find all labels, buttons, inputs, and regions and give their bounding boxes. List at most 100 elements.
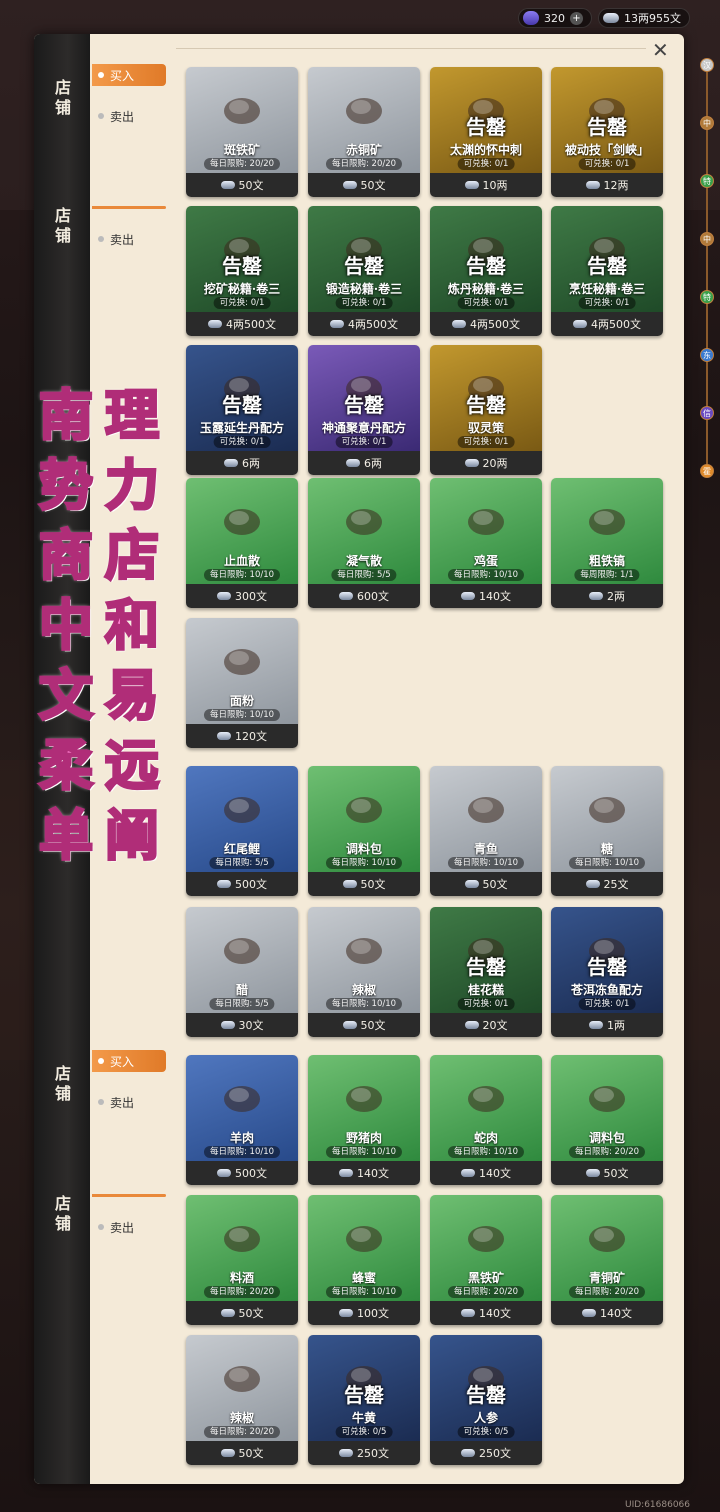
shop-tab[interactable]: 店铺: [46, 1194, 80, 1234]
shop-item-card[interactable]: 野猪肉 每日限购: 10/10 140文: [308, 1055, 420, 1185]
timeline-node[interactable]: 汉: [700, 58, 714, 72]
silver-icon: [339, 592, 353, 600]
shop-item-card[interactable]: 告罄 挖矿秘籍·卷三 可兑换: 0/1 4两500文: [186, 206, 298, 336]
shop-item-card[interactable]: 告罄 神通聚意丹配方 可兑换: 0/1 6两: [308, 345, 420, 475]
sold-out-badge: 告罄: [587, 115, 627, 139]
gem-icon: [523, 11, 539, 25]
silver-icon: [220, 181, 235, 189]
shop-item-card[interactable]: 凝气散 每日限购: 5/5 600文: [308, 478, 420, 608]
silver-icon: [461, 592, 475, 600]
shop-item-card[interactable]: 告罄 太渊的怀中刺 可兑换: 0/1 10两: [430, 67, 542, 197]
price-value: 50文: [360, 179, 386, 192]
purchase-limit: 每日限购: 10/10: [203, 709, 281, 721]
shop-item-card[interactable]: 告罄 人参 可兑换: 0/5 250文: [430, 1335, 542, 1465]
shop-item-card[interactable]: 调料包 每日限购: 20/20 50文: [551, 1055, 663, 1185]
shop-item-card[interactable]: 调料包 每日限购: 10/10 50文: [308, 766, 420, 896]
shop-item-card[interactable]: 青铜矿 每日限购: 20/20 140文: [551, 1195, 663, 1325]
shop-item-card[interactable]: 醋每日限购: 5/5 30文: [186, 907, 298, 1037]
overlay-character: 远: [104, 733, 161, 799]
shop-item-card[interactable]: 告罄 驭灵策 可兑换: 0/1 20两: [430, 345, 542, 475]
shop-item-card[interactable]: 止血散 每日限购: 10/10 300文: [186, 478, 298, 608]
price-value: 140文: [479, 1167, 511, 1180]
timeline-node[interactable]: 霍: [700, 464, 714, 478]
item-name: 红尾鲤: [223, 842, 260, 856]
shop-item-card[interactable]: 鸡蛋 每日限购: 10/10 140文: [430, 478, 542, 608]
shop-item-card[interactable]: 红尾鲤 每日限购: 5/5 500文: [186, 766, 298, 896]
add-gems-button[interactable]: +: [570, 11, 583, 25]
shop-tab[interactable]: 店铺: [46, 1064, 80, 1104]
purchase-limit: 每日限购: 5/5: [209, 998, 275, 1010]
silver-icon: [217, 880, 231, 888]
item-icon: [341, 89, 387, 129]
sell-label: 卖出: [110, 109, 135, 124]
sold-out-badge: 告罄: [222, 393, 262, 417]
shop-item-card[interactable]: 赤铜矿 每日限购: 20/20 50文: [308, 67, 420, 197]
shop-item-card[interactable]: 告罄 被动技「剑峡」 可兑换: 0/1 12两: [551, 67, 663, 197]
silver-icon: [464, 880, 479, 888]
silver-icon: [461, 1309, 475, 1317]
shop-item-card[interactable]: 蛇肉 每日限购: 10/10 140文: [430, 1055, 542, 1185]
shop-item-card[interactable]: 羊肉 每日限购: 10/10 500文: [186, 1055, 298, 1185]
shop-tab[interactable]: 店铺: [46, 206, 80, 246]
purchase-limit: 可兑换: 0/1: [335, 436, 393, 448]
item-icon: [341, 1217, 387, 1257]
item-icon: [219, 1077, 265, 1117]
overlay-row: 单阐: [34, 803, 174, 869]
silver-icon: [217, 732, 231, 740]
purchase-limit: 每日限购: 10/10: [447, 1146, 525, 1158]
sell-tab[interactable]: 卖出: [92, 228, 166, 250]
sell-tab[interactable]: 卖出: [92, 1091, 166, 1113]
shop-tab[interactable]: 店铺: [46, 78, 80, 118]
timeline-node[interactable]: 特: [700, 174, 714, 188]
shop-item-card[interactable]: 面粉 每日限购: 10/10 120文: [186, 618, 298, 748]
item-name: 面粉: [229, 694, 254, 708]
sell-label: 卖出: [110, 1095, 135, 1110]
shop-item-card[interactable]: 斑铁矿 每日限购: 20/20 50文: [186, 67, 298, 197]
shop-item-card[interactable]: 告罄 烹饪秘籍·卷三 可兑换: 0/1 4两500文: [551, 206, 663, 336]
item-price: 250文: [308, 1441, 420, 1465]
shop-item-card[interactable]: 料酒 每日限购: 20/20 50文: [186, 1195, 298, 1325]
item-name: 神通聚意丹配方: [321, 421, 406, 435]
item-name: 烹饪秘籍·卷三: [568, 282, 646, 296]
shop-item-card[interactable]: 青鱼 每日限购: 10/10 50文: [430, 766, 542, 896]
silver-icon: [464, 181, 479, 189]
item-name: 辣椒: [351, 983, 376, 997]
shop-item-card[interactable]: 告罄 锻造秘籍·卷三 可兑换: 0/1 4两500文: [308, 206, 420, 336]
timeline-node[interactable]: 东: [700, 348, 714, 362]
buy-label: 买入: [110, 1054, 135, 1069]
shop-item-card[interactable]: 告罄 玉露延生丹配方 可兑换: 0/1 6两: [186, 345, 298, 475]
sell-tab[interactable]: 卖出: [92, 1216, 166, 1238]
gem-counter[interactable]: 320 +: [518, 8, 592, 28]
sell-tab[interactable]: 卖出: [92, 105, 166, 127]
item-price: 20两: [430, 451, 542, 475]
price-value: 50文: [238, 1447, 264, 1460]
silver-icon: [342, 880, 357, 888]
shop-item-card[interactable]: 黑铁矿 每日限购: 20/20 140文: [430, 1195, 542, 1325]
close-icon[interactable]: ✕: [652, 40, 672, 60]
timeline-node[interactable]: 特: [700, 290, 714, 304]
shop-item-card[interactable]: 告罄 牛黄 可兑换: 0/5 250文: [308, 1335, 420, 1465]
silver-icon: [589, 592, 603, 600]
price-value: 1两: [607, 1019, 625, 1032]
buy-tab[interactable]: 买入: [92, 64, 166, 86]
shop-item-card[interactable]: 粗铁镐 每周限购: 1/1 2两: [551, 478, 663, 608]
timeline-node[interactable]: 中: [700, 232, 714, 246]
silver-icon: [585, 880, 600, 888]
purchase-limit: 每日限购: 20/20: [203, 1426, 281, 1438]
item-price: 300文: [186, 584, 298, 608]
timeline-node[interactable]: 中: [700, 116, 714, 130]
buy-tab[interactable]: 买入: [92, 1050, 166, 1072]
item-price: 12两: [551, 173, 663, 197]
shop-item-card[interactable]: 告罄 炼丹秘籍·卷三 可兑换: 0/1 4两500文: [430, 206, 542, 336]
shop-item-card[interactable]: 告罄 桂花糕 可兑换: 0/1 20文: [430, 907, 542, 1037]
shop-item-card[interactable]: 辣椒 每日限购: 20/20 50文: [186, 1335, 298, 1465]
bullet-icon: [98, 1224, 104, 1230]
shop-item-card[interactable]: 告罄 苍洱冻鱼配方 可兑换: 0/1 1两: [551, 907, 663, 1037]
purchase-limit: 每日限购: 20/20: [447, 1286, 525, 1298]
shop-item-card[interactable]: 糖每日限购: 10/10 25文: [551, 766, 663, 896]
timeline-node[interactable]: 信: [700, 406, 714, 420]
shop-item-card[interactable]: 蜂蜜 每日限购: 10/10 100文: [308, 1195, 420, 1325]
price-value: 4两500文: [591, 318, 641, 331]
sold-out-badge: 告罄: [344, 254, 384, 278]
shop-item-card[interactable]: 辣椒 每日限购: 10/10 50文: [308, 907, 420, 1037]
